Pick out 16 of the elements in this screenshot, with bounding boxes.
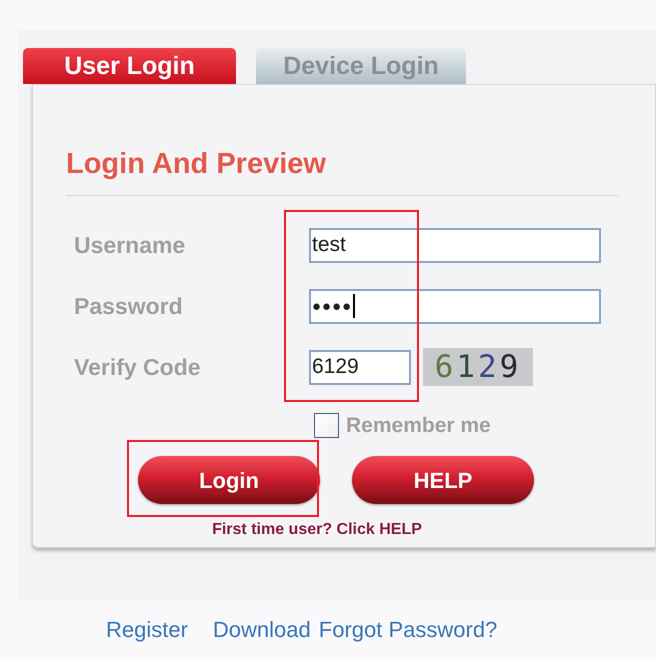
username-field[interactable]: test xyxy=(309,228,601,262)
remember-label: Remember me xyxy=(346,412,491,438)
password-field[interactable]: ●●●● xyxy=(309,288,601,324)
help-button[interactable]: HELP xyxy=(352,456,534,504)
footer-link[interactable]: Register xyxy=(106,613,188,646)
field-label: Verify Code xyxy=(73,352,202,382)
footer-link[interactable]: Forgot Password? xyxy=(318,613,498,646)
remember-checkbox[interactable] xyxy=(314,412,339,438)
login-button[interactable]: Login xyxy=(138,456,320,504)
panel-title: Login And Preview xyxy=(66,148,326,180)
field-label: Username xyxy=(73,230,186,260)
field-label: Password xyxy=(73,292,184,321)
verify-code-field[interactable]: 6129 xyxy=(309,350,411,384)
tab[interactable]: User Login xyxy=(23,48,236,84)
footer-link[interactable]: Download xyxy=(212,613,311,646)
help-hint: First time user? Click HELP xyxy=(212,520,422,540)
